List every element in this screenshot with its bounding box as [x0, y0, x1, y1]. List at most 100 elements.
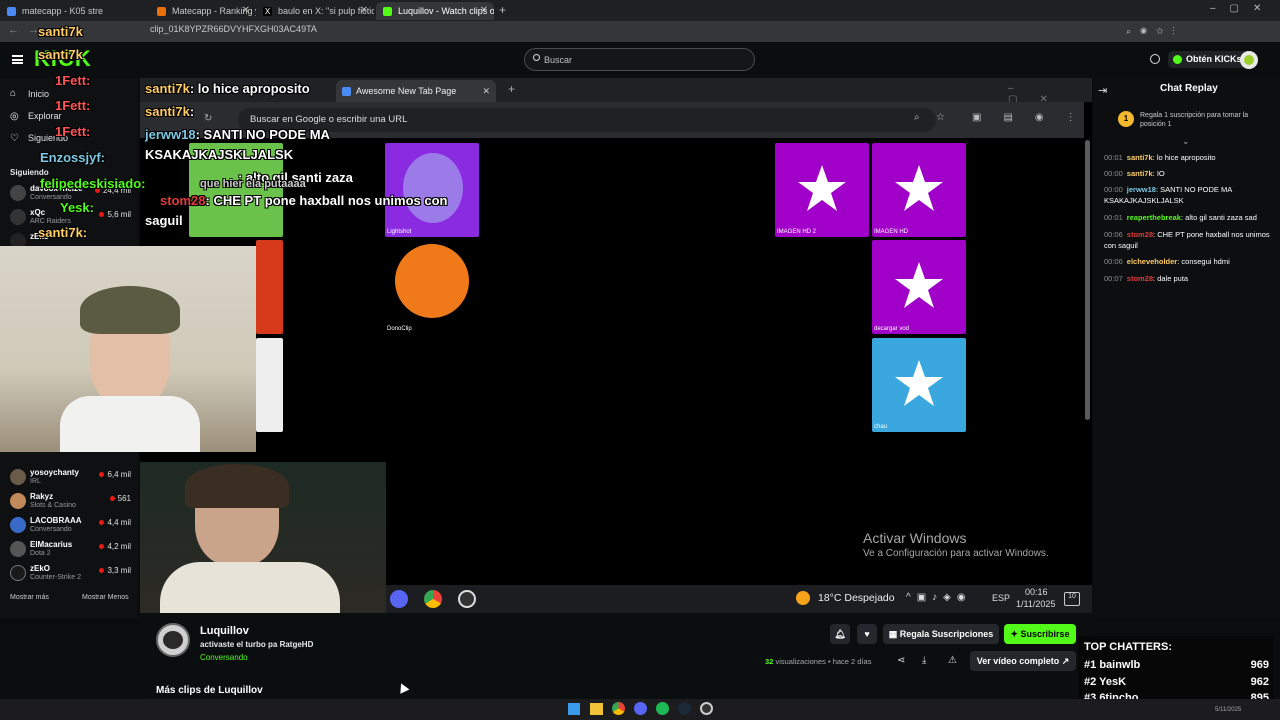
overlay-chat-line: KSAKAJKAJSKLJALSK [145, 147, 294, 162]
chrome-icon[interactable] [612, 702, 625, 715]
chat-message: 00:00 santi7k: IO [1104, 169, 1165, 178]
subscribe-button[interactable]: ✦ Suscribirse [1004, 624, 1076, 644]
chat-message: 00:01 santi7k: lo hice aproposito [1104, 153, 1216, 162]
nav-home[interactable]: Inicio [28, 89, 49, 99]
weather-icon [796, 591, 810, 605]
heart-follow-icon[interactable]: ♥ [857, 624, 877, 644]
browser-tab-active[interactable]: Luquillov - Watch clips on K ✕ [376, 2, 494, 20]
full-video-button[interactable]: Ver vídeo completo ↗ [970, 651, 1076, 671]
top-chatter-row: #2 YesK 962 [1084, 676, 1269, 688]
browser-tab[interactable]: X baulo en X: "si pulp fiction no s ✕ [256, 2, 374, 20]
spotify-icon[interactable] [656, 702, 669, 715]
sidebar-channel[interactable]: LACOBRAAA Conversando 4,4 mil [0, 514, 138, 538]
compass-icon: ◎ [10, 111, 19, 122]
new-tab-icon: + [508, 82, 516, 96]
chat-panel: ⇥ Chat Replay 1 Regala 1 suscripción par… [1094, 78, 1280, 618]
shirt-shape [160, 562, 340, 613]
pinned-rank-badge: 1 [1118, 111, 1134, 127]
windows-taskbar: 5/11/2025 [0, 699, 1280, 720]
overlay-username: felipedeskisiado: [40, 176, 146, 191]
avatar [10, 469, 26, 485]
shirt-shape [60, 396, 200, 452]
cap-shape [80, 286, 180, 334]
channel-avatar[interactable] [156, 623, 190, 657]
shortcut-tile: decargar vod [872, 240, 966, 334]
inner-scrollbar [1085, 140, 1090, 420]
overlay-username: santi7k: [38, 225, 88, 240]
star-icon [798, 165, 846, 211]
search-toggle-icon[interactable] [1150, 54, 1160, 64]
discord-icon[interactable] [634, 702, 647, 715]
hair-shape [185, 464, 289, 508]
kicks-coin-icon [1173, 55, 1182, 64]
zoom-icon: ⌕ [914, 112, 920, 123]
bookmark-star-icon: ☆ [936, 112, 945, 123]
inner-clock-time: 00:16 [1025, 587, 1048, 597]
purple-puffle-icon [403, 153, 463, 223]
collapse-chat-icon[interactable]: ⇥ [1098, 84, 1107, 97]
avatar[interactable] [1240, 51, 1258, 69]
windows-start-icon[interactable] [568, 703, 580, 715]
close-tab-icon[interactable]: ✕ [242, 2, 250, 20]
file-explorer-icon[interactable] [590, 703, 603, 715]
more-clips-heading: Más clips de Luquillov [156, 685, 263, 696]
avatar [10, 185, 26, 201]
download-icon[interactable]: ⤓ [922, 655, 926, 666]
guest-webcam [140, 462, 386, 613]
browser-tab[interactable]: Matecapp - Ranking y Racha d ✕ [150, 2, 256, 20]
overlay-chat-line: santi7k: lo hice aproposito [145, 81, 310, 96]
report-icon[interactable]: ⚠ [948, 655, 957, 666]
heart-icon: ♡ [10, 133, 19, 144]
steam-icon[interactable] [678, 702, 691, 715]
new-tab-icon[interactable]: + [499, 3, 506, 17]
show-less-link[interactable]: Mostrar Menos [82, 594, 129, 601]
streamer-webcam [0, 246, 256, 452]
clip-category[interactable]: Conversando [200, 653, 248, 662]
taskbar-date: 5/11/2025 [1215, 707, 1242, 713]
window-controls[interactable]: –▢✕ [1210, 3, 1275, 14]
activate-windows-title: Activar Windows [863, 530, 967, 546]
activate-windows-subtitle: Ve a Configuración para activar Windows. [863, 548, 1049, 559]
inner-browser-tab: Awesome New Tab Page ✕ [336, 80, 496, 102]
chrome-icon [424, 590, 442, 608]
close-tab-icon[interactable]: ✕ [360, 2, 368, 20]
sidebar-channel[interactable]: Rakyz Slots & Casino 561 [0, 490, 138, 514]
close-tab-icon[interactable]: ✕ [480, 2, 488, 20]
inner-clock-date: 1/11/2025 [1016, 599, 1056, 609]
tab-favicon-icon [342, 87, 351, 96]
avatar [10, 541, 26, 557]
search-input[interactable]: Buscar [524, 48, 755, 71]
chat-message: 00:07 stom28: dale puta [1104, 274, 1189, 283]
channel-name[interactable]: Luquillov [200, 625, 249, 637]
gift-subs-button[interactable]: ▦ Regala Suscripciones [883, 624, 999, 644]
pinned-gift-text[interactable]: Regala 1 suscripción para tomar la posic… [1140, 111, 1270, 129]
language-indicator: ESP [992, 593, 1011, 603]
view-stats: 32 visualizaciones • hace 2 días [765, 657, 872, 666]
sidebar-channel[interactable]: yosoychanty IRL 6,4 mil [0, 466, 138, 490]
tray-icons: ^▣♪◈◉ [906, 592, 972, 603]
overlay-username: 1Fett: [55, 124, 91, 139]
get-kicks-button[interactable]: Obtén KICKs [1168, 51, 1248, 68]
weather-text: 18°C Despejado [818, 592, 895, 604]
chat-message: 00:01 reaperthebreak: alto gil santi zaza… [1104, 213, 1257, 222]
star-icon: ✦ [1010, 629, 1021, 639]
sidebar-channel[interactable]: zEkO Counter-Strike 2 3,3 mil [0, 562, 138, 586]
chevron-down-icon[interactable]: ⌄ [1182, 136, 1190, 147]
bell-icon[interactable]: 🔔︎ [830, 624, 850, 644]
hamburger-menu-icon[interactable] [12, 55, 23, 64]
inner-toolbar-icons: ▣▤◉⋮ [972, 112, 1098, 123]
show-more-link[interactable]: Mostrar más [10, 594, 49, 601]
back-icon[interactable]: ← [8, 24, 19, 36]
url-field[interactable]: clip_01K8YPZR66DVYHFXGH03AC49TA [150, 24, 317, 34]
browser-tab[interactable]: matecapp - K05 stre [0, 2, 150, 20]
sidebar-channel[interactable]: ElMacarius Dota 2 4,2 mil [0, 538, 138, 562]
share-icon[interactable]: ⋖ [897, 655, 905, 666]
shortcut-tile: IMAGEN HD 2 [775, 143, 869, 237]
overlay-username: Enzossjyf: [40, 150, 106, 165]
shortcut-tile: Lightshot [385, 143, 479, 237]
shortcut-tile: DonoClip [385, 240, 479, 334]
obs-icon[interactable] [700, 702, 713, 715]
overlay-username: santi7k [38, 47, 83, 62]
browser-toolbar-icons[interactable]: ⌕◉☆⋮ [1126, 26, 1266, 37]
shortcut-tile: chau [872, 338, 966, 432]
